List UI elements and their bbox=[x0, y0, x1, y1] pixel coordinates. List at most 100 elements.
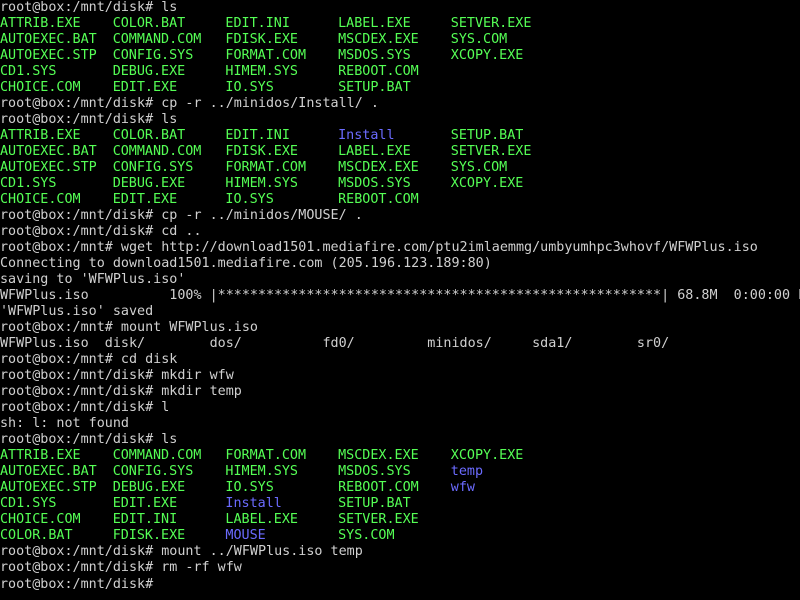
terminal-text: 'WFWPlus.iso' saved bbox=[0, 304, 154, 319]
file-entry: EDIT.INI bbox=[112, 512, 178, 527]
terminal-line: root@box:/mnt/disk# mkdir temp bbox=[0, 384, 242, 400]
file-entry: REBOOT.COM bbox=[338, 480, 419, 495]
file-entry: FORMAT.COM bbox=[225, 448, 307, 463]
terminal-text: root@box:/mnt/disk# cp -r ../minidos/Ins… bbox=[0, 96, 379, 111]
file-entry: CONFIG.SYS bbox=[112, 160, 194, 175]
file-entry: SYS.COM bbox=[338, 528, 395, 543]
file-entry: AUTOEXEC.STP bbox=[0, 160, 97, 175]
terminal-text: Connecting to download1501.mediafire.com… bbox=[0, 256, 492, 271]
terminal-text: root@box:/mnt/disk# mkdir wfw bbox=[0, 368, 234, 383]
directory-entry: wfw bbox=[450, 480, 475, 495]
file-entry: FDISK.EXE bbox=[225, 144, 298, 159]
terminal-line: saving to 'WFWPlus.iso' bbox=[0, 272, 185, 288]
file-entry: MSCDEX.EXE bbox=[338, 32, 419, 47]
terminal-line: sh: l: not found bbox=[0, 416, 129, 432]
file-entry: IO.SYS bbox=[225, 192, 274, 207]
file-entry: CD1.SYS bbox=[0, 176, 57, 191]
file-entry: DEBUG.EXE bbox=[112, 64, 186, 79]
terminal-line: 'WFWPlus.iso' saved bbox=[0, 304, 153, 320]
file-entry: CHOICE.COM bbox=[0, 192, 81, 207]
terminal-text: root@box:/mnt/disk# mount ../WFWPlus.iso… bbox=[0, 544, 363, 559]
file-entry: CD1.SYS bbox=[0, 496, 57, 511]
file-entry: EDIT.INI bbox=[225, 128, 290, 143]
terminal-line: root@box:/mnt/disk# cp -r ../minidos/MOU… bbox=[0, 208, 363, 224]
directory-entry: temp bbox=[450, 464, 484, 479]
terminal-line: root@box:/mnt/disk# rm -rf wfw bbox=[0, 560, 242, 576]
file-entry: EDIT.EXE bbox=[112, 496, 178, 511]
file-entry: FORMAT.COM bbox=[225, 160, 307, 175]
terminal-text: root@box:/mnt# cd disk bbox=[0, 352, 178, 367]
terminal-text: root@box:/mnt/disk# cp -r ../minidos/MOU… bbox=[0, 208, 363, 223]
file-entry: LABEL.EXE bbox=[225, 512, 298, 527]
terminal-line: root@box:/mnt/disk# cd .. bbox=[0, 224, 202, 240]
file-entry: AUTOEXEC.BAT bbox=[0, 144, 97, 159]
file-entry: SETVER.EXE bbox=[450, 16, 532, 31]
file-entry: ATTRIB.EXE bbox=[0, 16, 81, 31]
file-entry: EDIT.EXE bbox=[112, 192, 178, 207]
file-entry: FDISK.EXE bbox=[225, 32, 298, 47]
file-entry: MSCDEX.EXE bbox=[338, 448, 419, 463]
file-entry: LABEL.EXE bbox=[338, 144, 411, 159]
file-entry: MSDOS.SYS bbox=[338, 464, 411, 479]
terminal-line: root@box:/mnt# cd disk bbox=[0, 352, 177, 368]
file-entry: HIMEM.SYS bbox=[225, 464, 298, 479]
terminal-text: WFWPlus.iso disk/ dos/ fd0/ minidos/ sda… bbox=[0, 336, 670, 351]
file-entry: HIMEM.SYS bbox=[225, 176, 298, 191]
terminal-line: Connecting to download1501.mediafire.com… bbox=[0, 256, 492, 272]
terminal-line: root@box:/mnt/disk# bbox=[0, 576, 169, 592]
terminal-text: root@box:/mnt/disk# ls bbox=[0, 0, 178, 15]
file-entry: SETUP.BAT bbox=[338, 496, 411, 511]
terminal-line: root@box:/mnt/disk# mkdir wfw bbox=[0, 368, 234, 384]
terminal-text: root@box:/mnt# wget http://download1501.… bbox=[0, 240, 758, 255]
file-entry: MSDOS.SYS bbox=[338, 48, 411, 63]
file-entry: SYS.COM bbox=[450, 160, 508, 175]
file-entry: AUTOEXEC.STP bbox=[0, 48, 97, 63]
file-entry: AUTOEXEC.BAT bbox=[0, 464, 97, 479]
terminal-text: root@box:/mnt/disk# mkdir temp bbox=[0, 384, 242, 399]
file-entry: EDIT.EXE bbox=[112, 80, 178, 95]
terminal-text: root@box:/mnt/disk# cd .. bbox=[0, 224, 202, 239]
terminal-text: root@box:/mnt/disk# l bbox=[0, 400, 170, 415]
file-entry: CONFIG.SYS bbox=[112, 464, 194, 479]
file-entry: AUTOEXEC.STP bbox=[0, 480, 97, 495]
terminal-text: sh: l: not found bbox=[0, 416, 129, 431]
file-entry: CONFIG.SYS bbox=[112, 48, 194, 63]
text-cursor bbox=[161, 576, 169, 590]
file-entry: ATTRIB.EXE bbox=[0, 448, 81, 463]
file-entry: REBOOT.COM bbox=[338, 192, 419, 207]
terminal-line: root@box:/mnt/disk# mount ../WFWPlus.iso… bbox=[0, 544, 363, 560]
terminal-line: root@box:/mnt/disk# l bbox=[0, 400, 169, 416]
terminal-text: saving to 'WFWPlus.iso' bbox=[0, 272, 186, 287]
file-entry: MSCDEX.EXE bbox=[338, 160, 419, 175]
terminal-line: WFWPlus.iso disk/ dos/ fd0/ minidos/ sda… bbox=[0, 336, 669, 352]
terminal-text: root@box:/mnt/disk# ls bbox=[0, 112, 178, 127]
file-entry: COMMAND.COM bbox=[112, 32, 202, 47]
file-entry: LABEL.EXE bbox=[338, 16, 411, 31]
terminal-line: root@box:/mnt# mount WFWPlus.iso bbox=[0, 320, 258, 336]
file-entry: XCOPY.EXE bbox=[450, 448, 524, 463]
file-entry: AUTOEXEC.BAT bbox=[0, 32, 97, 47]
file-entry: DEBUG.EXE bbox=[112, 480, 186, 495]
file-entry: COLOR.BAT bbox=[0, 528, 73, 543]
file-entry: CHOICE.COM bbox=[0, 80, 81, 95]
terminal-text: root@box:/mnt/disk# ls bbox=[0, 432, 178, 447]
file-entry: FORMAT.COM bbox=[225, 48, 307, 63]
terminal-text: root@box:/mnt/disk# bbox=[0, 577, 162, 592]
directory-entry: Install bbox=[338, 128, 395, 143]
terminal-line: root@box:/mnt/disk# ls bbox=[0, 0, 177, 16]
file-entry: EDIT.INI bbox=[225, 16, 290, 31]
file-entry: HIMEM.SYS bbox=[225, 64, 298, 79]
file-entry: REBOOT.COM bbox=[338, 64, 419, 79]
terminal-window[interactable]: root@box:/mnt/disk# ls ATTRIB.EXE COLOR.BA… bbox=[0, 0, 800, 600]
file-entry: CD1.SYS bbox=[0, 64, 57, 79]
file-entry: SYS.COM bbox=[450, 32, 508, 47]
file-entry: COMMAND.COM bbox=[112, 144, 202, 159]
terminal-text: root@box:/mnt/disk# rm -rf wfw bbox=[0, 560, 242, 575]
file-entry: SETUP.BAT bbox=[338, 80, 411, 95]
file-entry: CHOICE.COM bbox=[0, 512, 81, 527]
terminal-line: root@box:/mnt/disk# cp -r ../minidos/Ins… bbox=[0, 96, 379, 112]
file-entry: COLOR.BAT bbox=[112, 128, 186, 143]
file-entry: MSDOS.SYS bbox=[338, 176, 411, 191]
terminal-line: root@box:/mnt# wget http://download1501.… bbox=[0, 240, 758, 256]
directory-entry: Install bbox=[225, 496, 282, 511]
